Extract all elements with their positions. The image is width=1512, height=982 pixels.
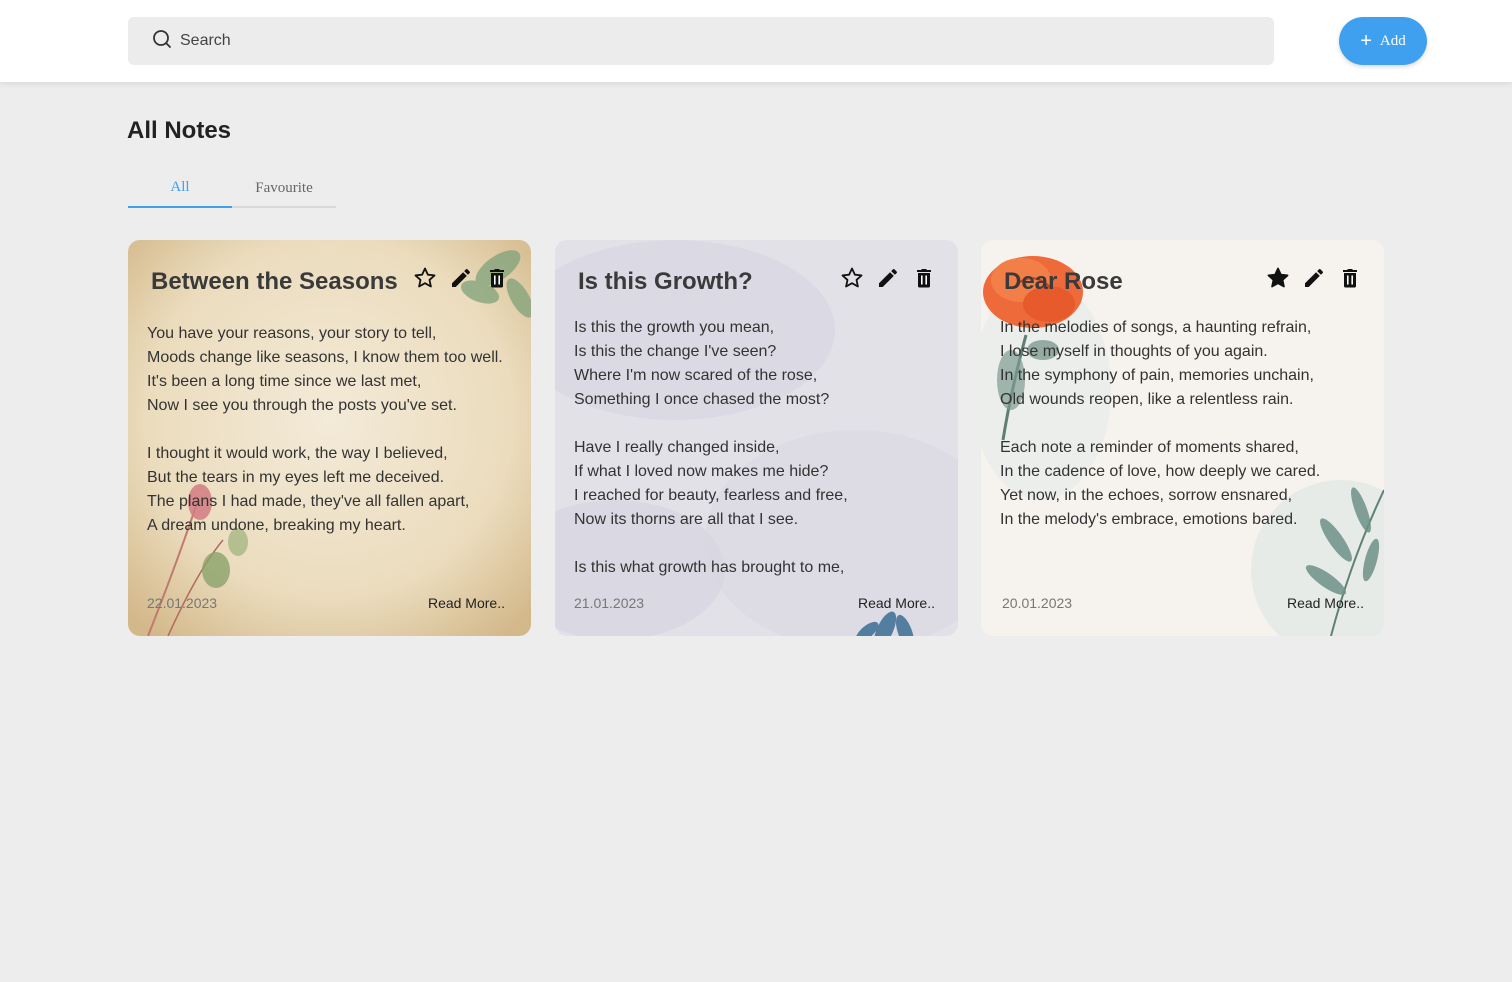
favourite-star-icon[interactable] xyxy=(413,266,437,290)
note-line: The plans I had made, they've all fallen… xyxy=(147,493,470,510)
note-body: Is this the growth you mean, Is this the… xyxy=(574,316,848,580)
add-button-label: Add xyxy=(1379,32,1406,49)
read-more-link[interactable]: Read More.. xyxy=(858,595,935,611)
note-body: You have your reasons, your story to tel… xyxy=(147,322,503,538)
note-line: It's been a long time since we last met, xyxy=(147,373,422,390)
note-line: Now its thorns are all that I see. xyxy=(574,511,799,528)
edit-pencil-icon[interactable] xyxy=(449,266,473,290)
note-line: Have I really changed inside, xyxy=(574,439,780,456)
delete-trash-icon[interactable] xyxy=(485,266,509,290)
note-actions xyxy=(828,266,936,290)
note-line: In the melodies of songs, a haunting ref… xyxy=(1000,319,1312,336)
note-card[interactable]: Between the Seasons You have your reason… xyxy=(128,240,531,636)
delete-trash-icon[interactable] xyxy=(1338,266,1362,290)
read-more-link[interactable]: Read More.. xyxy=(428,595,505,611)
note-line: Old wounds reopen, like a relentless rai… xyxy=(1000,391,1294,408)
note-line: In the cadence of love, how deeply we ca… xyxy=(1000,463,1321,480)
search-input[interactable] xyxy=(180,32,1240,50)
search-bar[interactable] xyxy=(128,17,1274,65)
note-line: In the symphony of pain, memories unchai… xyxy=(1000,367,1314,384)
note-line: Now I see you through the posts you've s… xyxy=(147,397,457,414)
note-line: I reached for beauty, fearless and free, xyxy=(574,487,848,504)
note-line: Moods change like seasons, I know them t… xyxy=(147,349,503,366)
note-line: Yet now, in the echoes, sorrow ensnared, xyxy=(1000,487,1293,504)
note-line: Something I once chased the most? xyxy=(574,391,830,408)
note-line: Where I'm now scared of the rose, xyxy=(574,367,818,384)
note-card[interactable]: Dear Rose In the melodies of songs, a ha… xyxy=(981,240,1384,636)
read-more-link[interactable]: Read More.. xyxy=(1287,595,1364,611)
note-title: Dear Rose xyxy=(1004,268,1123,295)
plus-icon: + xyxy=(1360,30,1372,52)
note-line: But the tears in my eyes left me deceive… xyxy=(147,469,445,486)
note-line: Is this the growth you mean, xyxy=(574,319,775,336)
favourite-star-icon[interactable] xyxy=(1266,266,1290,290)
note-body: In the melodies of songs, a haunting ref… xyxy=(1000,316,1320,532)
note-title: Is this Growth? xyxy=(578,268,753,295)
note-title: Between the Seasons xyxy=(151,268,398,295)
page-title: All Notes xyxy=(127,117,232,144)
note-line: If what I loved now makes me hide? xyxy=(574,463,829,480)
edit-pencil-icon[interactable] xyxy=(1302,266,1326,290)
note-line: In the melody's embrace, emotions bared. xyxy=(1000,511,1298,528)
note-line: Is this the change I've seen? xyxy=(574,343,777,360)
note-date: 22.01.2023 xyxy=(147,595,218,611)
note-date: 21.01.2023 xyxy=(574,595,645,611)
top-bar: + Add xyxy=(0,0,1512,82)
note-actions xyxy=(401,266,509,290)
note-line: I thought it would work, the way I belie… xyxy=(147,445,448,462)
note-line: Each note a reminder of moments shared, xyxy=(1000,439,1299,456)
note-card[interactable]: Is this Growth? Is this the growth you m… xyxy=(555,240,958,636)
tab-all[interactable]: All xyxy=(128,168,232,208)
note-date: 20.01.2023 xyxy=(1002,595,1073,611)
note-line: Is this what growth has brought to me, xyxy=(574,559,845,576)
note-line: You have your reasons, your story to tel… xyxy=(147,325,437,342)
delete-trash-icon[interactable] xyxy=(912,266,936,290)
note-actions xyxy=(1254,266,1362,290)
note-line: I lose myself in thoughts of you again. xyxy=(1000,343,1268,360)
search-icon xyxy=(152,29,172,54)
note-filter-tabs: All Favourite xyxy=(128,168,336,208)
note-line: A dream undone, breaking my heart. xyxy=(147,517,406,534)
edit-pencil-icon[interactable] xyxy=(876,266,900,290)
favourite-star-icon[interactable] xyxy=(840,266,864,290)
tab-favourite[interactable]: Favourite xyxy=(232,168,336,208)
add-note-button[interactable]: + Add xyxy=(1339,17,1427,65)
